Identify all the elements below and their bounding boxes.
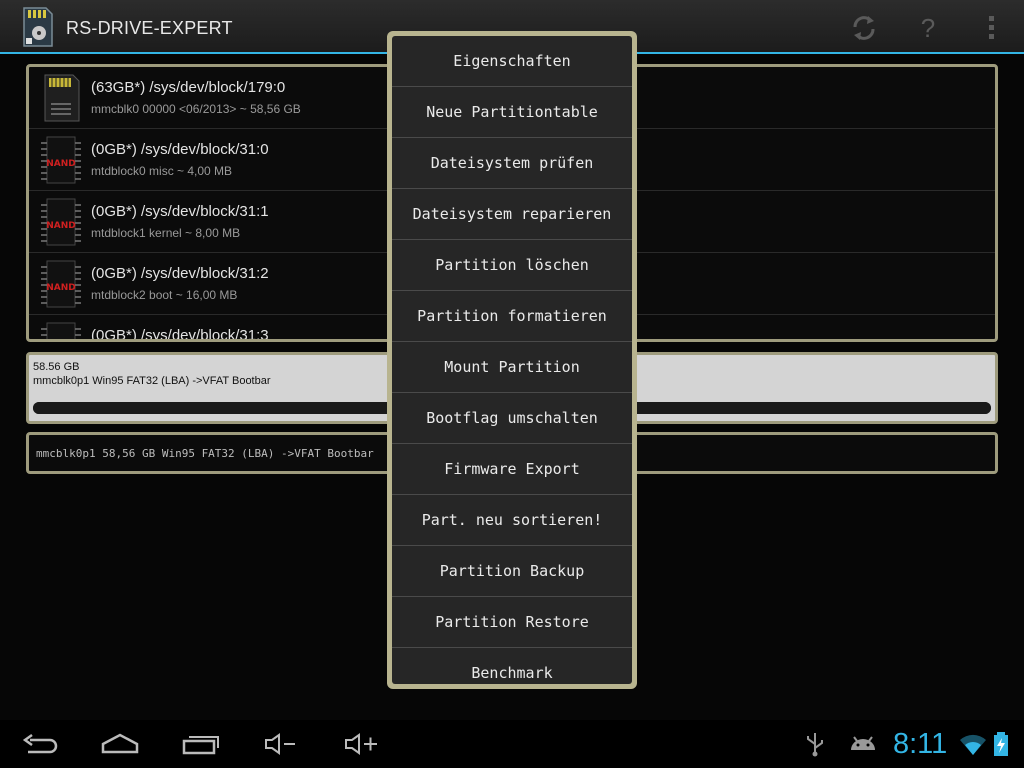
nand-chip-icon: NAND — [41, 136, 81, 184]
menu-item-eigenschaften[interactable]: Eigenschaften — [392, 36, 632, 87]
device-info: mmcblk0 00000 <06/2013> ~ 58,56 GB — [91, 102, 301, 116]
partition-info-text: mmcblk0p1 58,56 GB Win95 FAT32 (LBA) ->V… — [36, 447, 374, 460]
help-icon[interactable]: ? — [910, 10, 946, 46]
menu-item-partition-restore[interactable]: Partition Restore — [392, 597, 632, 648]
menu-item-mount-partition[interactable]: Mount Partition — [392, 342, 632, 393]
android-debug-icon — [851, 736, 875, 750]
back-icon[interactable] — [20, 730, 60, 758]
menu-item-dateisystem-pruefen[interactable]: Dateisystem prüfen — [392, 138, 632, 189]
nand-label: NAND — [46, 283, 76, 293]
app-sdcard-icon[interactable] — [20, 6, 54, 48]
system-navigation-bar — [0, 720, 1024, 768]
svg-text:?: ? — [921, 13, 935, 43]
volume-up-icon[interactable] — [342, 730, 382, 758]
menu-item-partition-loeschen[interactable]: Partition löschen — [392, 240, 632, 291]
device-path: (63GB*) /sys/dev/block/179:0 — [91, 79, 286, 96]
device-path: (0GB*) /sys/dev/block/31:1 — [91, 203, 269, 220]
refresh-icon[interactable] — [846, 10, 882, 46]
usb-icon — [807, 733, 823, 757]
wifi-icon — [960, 734, 986, 755]
home-icon[interactable] — [100, 730, 140, 758]
nand-chip-icon: NAND — [41, 260, 81, 308]
recent-apps-icon[interactable] — [181, 730, 221, 758]
device-info: mtdblock2 boot ~ 16,00 MB — [91, 288, 238, 302]
status-clock: 8:11 — [893, 728, 948, 760]
menu-item-benchmark[interactable]: Benchmark — [392, 648, 632, 684]
menu-item-bootflag-umschalten[interactable]: Bootflag umschalten — [392, 393, 632, 444]
device-path: (0GB*) /sys/dev/block/31:0 — [91, 141, 269, 158]
nand-label: NAND — [46, 221, 76, 231]
nand-chip-icon: NAND — [41, 198, 81, 246]
battery-icon — [994, 732, 1008, 756]
menu-item-firmware-export[interactable]: Firmware Export — [392, 444, 632, 495]
partition-description: mmcblk0p1 Win95 FAT32 (LBA) ->VFAT Bootb… — [33, 375, 271, 387]
context-menu-list[interactable]: Eigenschaften Neue Partitiontable Dateis… — [392, 36, 632, 684]
sdcard-icon — [44, 74, 80, 122]
menu-item-dateisystem-reparieren[interactable]: Dateisystem reparieren — [392, 189, 632, 240]
device-path: (0GB*) /sys/dev/block/31:3 — [91, 327, 269, 342]
volume-down-icon[interactable] — [262, 730, 302, 758]
overflow-menu-icon[interactable] — [974, 10, 1010, 46]
nand-chip-icon — [41, 322, 81, 339]
device-info: mtdblock1 kernel ~ 8,00 MB — [91, 226, 241, 240]
partition-size: 58.56 GB — [33, 361, 80, 373]
app-title: RS-DRIVE-EXPERT — [66, 18, 233, 38]
menu-item-neue-partitiontable[interactable]: Neue Partitiontable — [392, 87, 632, 138]
device-info: mtdblock0 misc ~ 4,00 MB — [91, 164, 233, 178]
nand-label: NAND — [46, 159, 76, 169]
menu-item-part-neu-sortieren[interactable]: Part. neu sortieren! — [392, 495, 632, 546]
context-menu: Eigenschaften Neue Partitiontable Dateis… — [387, 31, 637, 689]
device-path: (0GB*) /sys/dev/block/31:2 — [91, 265, 269, 282]
menu-item-partition-backup[interactable]: Partition Backup — [392, 546, 632, 597]
menu-item-partition-formatieren[interactable]: Partition formatieren — [392, 291, 632, 342]
